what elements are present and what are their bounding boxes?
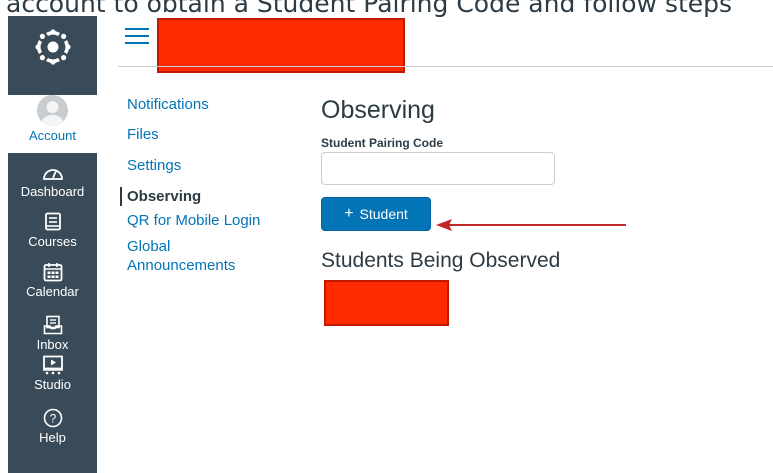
global-nav: Account Dashboard Courses Calendar Inbox… <box>8 16 97 473</box>
subnav-notifications[interactable]: Notifications <box>120 95 290 114</box>
nav-item-label: Studio <box>34 377 71 392</box>
nav-item-help[interactable]: ? Help <box>8 408 97 458</box>
studio-icon <box>42 355 63 375</box>
dashboard-icon <box>42 169 63 180</box>
add-student-button[interactable]: + Student <box>321 197 431 231</box>
redaction-box <box>157 18 405 73</box>
help-icon: ? <box>43 408 62 428</box>
subnav-observing[interactable]: Observing <box>120 187 290 206</box>
nav-item-label: Help <box>39 430 66 445</box>
nav-item-dashboard[interactable]: Dashboard <box>8 164 97 214</box>
canvas-logo-icon <box>34 29 71 65</box>
nav-item-label: Account <box>29 128 76 143</box>
nav-item-account[interactable]: Account <box>8 95 97 153</box>
nav-item-label: Dashboard <box>20 184 85 199</box>
user-avatar-icon <box>41 101 64 126</box>
nav-item-calendar[interactable]: Calendar <box>8 262 97 312</box>
add-student-label: Student <box>359 206 408 222</box>
hamburger-menu-icon[interactable] <box>125 28 149 44</box>
calendar-icon <box>43 263 62 282</box>
courses-icon <box>44 212 61 231</box>
canvas-logo[interactable] <box>8 16 97 78</box>
svg-text:?: ? <box>49 412 56 426</box>
caption-text: account to obtain a Student Pairing Code… <box>6 0 733 18</box>
subnav-global-announcements[interactable]: Global Announcements <box>120 237 267 275</box>
subnav-qr-mobile-login[interactable]: QR for Mobile Login <box>120 211 290 230</box>
pairing-code-label: Student Pairing Code <box>321 136 444 150</box>
account-subnav: Notifications Files Settings Observing Q… <box>120 92 290 275</box>
nav-item-studio[interactable]: Studio <box>8 355 97 405</box>
subnav-files[interactable]: Files <box>120 125 290 144</box>
page-title: Observing <box>321 96 435 124</box>
nav-item-label: Calendar <box>26 284 79 299</box>
nav-item-courses[interactable]: Courses <box>8 212 97 262</box>
students-heading: Students Being Observed <box>321 249 561 272</box>
nav-item-label: Courses <box>28 234 77 249</box>
redaction-box <box>324 280 449 326</box>
annotation-arrow <box>436 219 626 231</box>
nav-item-label: Inbox <box>36 337 69 352</box>
pairing-code-input[interactable] <box>321 152 555 185</box>
plus-icon: + <box>344 205 354 222</box>
subnav-settings[interactable]: Settings <box>120 156 290 175</box>
avatar <box>37 95 68 126</box>
inbox-icon <box>43 315 62 335</box>
header-divider <box>118 66 773 67</box>
